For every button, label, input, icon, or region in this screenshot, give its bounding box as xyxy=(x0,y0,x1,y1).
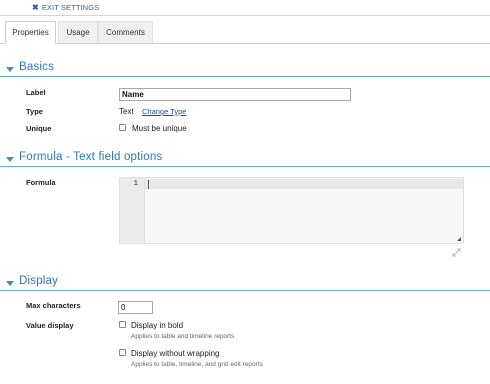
expand-icon[interactable] xyxy=(452,248,461,257)
display-without-wrapping-hint: Applies to table, timeline, and grid edi… xyxy=(131,361,263,368)
must-be-unique-checkbox[interactable] xyxy=(119,124,126,131)
collapse-arrow-icon[interactable] xyxy=(6,281,14,286)
label-field-label: Label xyxy=(26,88,46,97)
change-type-link[interactable]: Change Type xyxy=(142,107,186,116)
display-in-bold-hint: Applies to table and timeline reports xyxy=(131,333,235,340)
section-title: Basics xyxy=(19,61,55,73)
tab-properties[interactable]: Properties xyxy=(5,21,56,44)
section-basics-header[interactable]: Basics xyxy=(0,61,490,77)
display-in-bold-label: Display in bold xyxy=(131,321,184,330)
section-divider xyxy=(0,166,490,167)
tab-comments[interactable]: Comments xyxy=(98,21,153,43)
text-cursor xyxy=(148,180,149,189)
section-formula-header[interactable]: Formula - Text field options xyxy=(0,151,490,167)
max-characters-input[interactable] xyxy=(118,301,153,314)
section-title: Formula - Text field options xyxy=(19,151,163,163)
label-input[interactable] xyxy=(119,88,351,101)
section-title: Display xyxy=(19,275,59,287)
max-characters-label: Max characters xyxy=(26,301,81,310)
collapse-arrow-icon[interactable] xyxy=(6,157,14,162)
close-icon: ✖ xyxy=(32,3,39,12)
tab-usage[interactable]: Usage xyxy=(58,21,98,43)
exit-settings-button[interactable]: ✖ EXIT SETTINGS xyxy=(32,3,99,12)
collapse-arrow-icon[interactable] xyxy=(6,67,14,72)
tab-bar: Properties Usage Comments xyxy=(0,21,490,44)
line-number-gutter: 1 xyxy=(120,178,145,243)
value-display-label: Value display xyxy=(26,321,74,330)
type-field-label: Type xyxy=(26,107,43,116)
display-without-wrapping-label: Display without wrapping xyxy=(131,349,220,358)
display-in-bold-checkbox[interactable] xyxy=(119,321,126,328)
type-value: Text xyxy=(119,107,134,116)
top-bar: ✖ EXIT SETTINGS xyxy=(0,0,490,16)
section-divider xyxy=(0,290,490,291)
exit-settings-label: EXIT SETTINGS xyxy=(41,3,100,12)
unique-field-label: Unique xyxy=(26,124,52,133)
formula-field-label: Formula xyxy=(26,178,56,187)
line-number: 1 xyxy=(133,180,138,188)
formula-editor[interactable]: 1 xyxy=(119,177,464,244)
section-display-header[interactable]: Display xyxy=(0,275,490,291)
resize-grip-icon[interactable] xyxy=(457,237,461,241)
display-without-wrapping-checkbox[interactable] xyxy=(119,349,126,356)
must-be-unique-label: Must be unique xyxy=(132,124,187,133)
active-line-highlight xyxy=(120,179,463,189)
section-divider xyxy=(0,76,490,77)
